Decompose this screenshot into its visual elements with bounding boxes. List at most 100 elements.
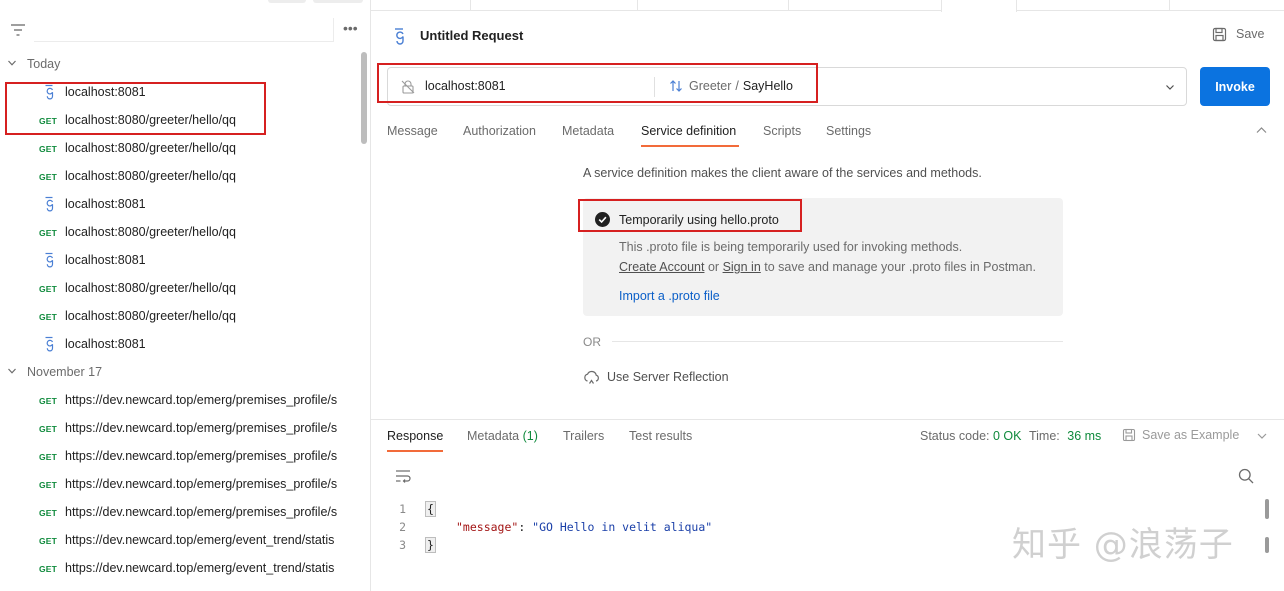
proto-file-account-note: Create Account or Sign in to save and ma… xyxy=(619,260,1036,274)
history-item[interactable]: GET https://dev.newcard.top/emerg/event_t… xyxy=(0,526,360,554)
wrap-lines-icon[interactable] xyxy=(395,469,411,483)
insecure-lock-icon[interactable] xyxy=(401,80,415,94)
method-badge: GET xyxy=(39,564,58,574)
history-item-label: localhost:8080/greeter/hello/qq xyxy=(65,281,236,295)
sidebar-scrollbar[interactable] xyxy=(361,52,367,144)
save-icon xyxy=(1212,27,1227,42)
chevron-down-icon[interactable] xyxy=(1165,82,1175,92)
history-group[interactable]: November 17 xyxy=(0,358,360,386)
active-request-tab[interactable] xyxy=(941,0,1017,12)
tab-metadata[interactable]: Metadata xyxy=(562,124,614,138)
grpc-icon xyxy=(45,196,54,212)
history-item-label: localhost:8080/greeter/hello/qq xyxy=(65,141,236,155)
url-bar: localhost:8081 Greeter / SayHello xyxy=(387,67,1187,106)
import-proto-link[interactable]: Import a .proto file xyxy=(619,289,720,303)
history-item[interactable]: GET localhost:8080/greeter/hello/qq xyxy=(0,274,360,302)
chevron-down-icon[interactable] xyxy=(1257,432,1267,440)
grpc-icon xyxy=(45,252,54,268)
close-brace: } xyxy=(425,537,436,553)
history-item[interactable]: GET localhost:8080/greeter/hello/qq xyxy=(0,302,360,330)
watermark: 知乎 @浪荡子 xyxy=(1012,525,1234,565)
request-tab-strip xyxy=(371,0,1284,11)
request-title[interactable]: Untitled Request xyxy=(420,28,523,43)
filter-icon[interactable] xyxy=(10,23,26,37)
metadata-count-badge: (1) xyxy=(522,429,538,443)
server-url-input[interactable]: localhost:8081 xyxy=(425,79,506,93)
history-item[interactable]: localhost:8081 xyxy=(0,330,360,358)
response-divider xyxy=(371,419,1284,420)
sidebar-tab-stub[interactable] xyxy=(313,0,363,3)
filter-input[interactable] xyxy=(34,18,334,42)
chevron-down-icon[interactable] xyxy=(7,366,17,376)
chevron-up-icon[interactable] xyxy=(1256,126,1267,134)
history-item[interactable]: GET localhost:8080/greeter/hello/qq xyxy=(0,162,360,190)
history-item[interactable]: GET https://dev.newcard.top/emerg/premise… xyxy=(0,470,360,498)
history-item[interactable]: GET https://dev.newcard.top/emerg/premise… xyxy=(0,386,360,414)
tab-service-definition[interactable]: Service definition xyxy=(641,124,736,138)
response-scrollbar[interactable] xyxy=(1265,499,1269,519)
history-item-label: localhost:8080/greeter/hello/qq xyxy=(65,169,236,183)
method-badge: GET xyxy=(39,424,58,434)
status-code-value: 0 OK xyxy=(992,429,1022,443)
response-scrollbar[interactable] xyxy=(1265,537,1269,553)
create-account-link[interactable]: Create Account xyxy=(619,260,704,274)
history-item-label: https://dev.newcard.top/emerg/premises_p… xyxy=(65,393,338,407)
more-horizontal-icon[interactable]: ••• xyxy=(343,20,358,36)
or-divider-line xyxy=(612,341,1063,342)
method-badge: GET xyxy=(39,452,58,462)
history-item[interactable]: GET localhost:8080/greeter/hello/qq xyxy=(0,106,360,134)
history-item[interactable]: localhost:8081 xyxy=(0,78,360,106)
tab-test-results[interactable]: Test results xyxy=(629,429,692,443)
tab-scripts[interactable]: Scripts xyxy=(763,124,801,138)
tab-authorization[interactable]: Authorization xyxy=(463,124,536,138)
sign-in-link[interactable]: Sign in xyxy=(723,260,761,274)
history-item[interactable]: GET https://dev.newcard.top/emerg/premise… xyxy=(0,498,360,526)
method-badge: GET xyxy=(39,228,58,238)
history-item[interactable]: GET https://dev.newcard.top/emerg/event_t… xyxy=(0,554,360,582)
grpc-request-icon xyxy=(395,28,404,45)
line-number: 2 xyxy=(399,520,406,534)
history-item-label: localhost:8081 xyxy=(65,85,146,99)
history-item-label: https://dev.newcard.top/emerg/event_tren… xyxy=(65,533,335,547)
sidebar-tab-stub[interactable] xyxy=(268,0,306,3)
history-group-label: Today xyxy=(27,57,61,71)
history-item[interactable]: GET localhost:8080/greeter/hello/qq xyxy=(0,134,360,162)
url-divider xyxy=(654,77,655,97)
json-entry: "message": "GO Hello in velit aliqua" xyxy=(456,520,712,534)
save-manage-text: to save and manage your .proto files in … xyxy=(764,260,1036,274)
method-selector[interactable]: Greeter / SayHello xyxy=(669,79,793,93)
history-item-label: https://dev.newcard.top/emerg/premises_p… xyxy=(65,449,338,463)
tab-response[interactable]: Response xyxy=(387,429,443,443)
tab-message[interactable]: Message xyxy=(387,124,438,138)
tab-divider xyxy=(788,0,789,11)
history-group[interactable]: Today xyxy=(0,50,360,78)
history-item-label: https://dev.newcard.top/emerg/premises_p… xyxy=(65,505,338,519)
method-badge: GET xyxy=(39,396,58,406)
history-item[interactable]: localhost:8081 xyxy=(0,190,360,218)
history-item[interactable]: localhost:8081 xyxy=(0,246,360,274)
swap-arrows-icon xyxy=(670,80,682,92)
tab-trailers[interactable]: Trailers xyxy=(563,429,604,443)
history-sidebar: ••• Today localhost:8081 GET localhost:8080… xyxy=(0,0,371,591)
method-name: SayHello xyxy=(742,79,793,93)
invoke-button[interactable]: Invoke xyxy=(1200,67,1270,106)
save-label: Save xyxy=(1236,27,1265,41)
proto-file-title: Temporarily using hello.proto xyxy=(619,213,779,227)
history-item-label: localhost:8080/greeter/hello/qq xyxy=(65,225,236,239)
cloud-sync-icon xyxy=(584,370,599,384)
tab-response-metadata[interactable]: Metadata (1) xyxy=(467,429,538,443)
chevron-down-icon[interactable] xyxy=(7,58,17,68)
tab-divider xyxy=(470,0,471,11)
history-item[interactable]: GET https://dev.newcard.top/emerg/premise… xyxy=(0,442,360,470)
service-definition-description: A service definition makes the client aw… xyxy=(583,166,982,180)
history-item[interactable]: GET localhost:8080/greeter/hello/qq xyxy=(0,218,360,246)
history-item-label: localhost:8080/greeter/hello/qq xyxy=(65,113,236,127)
search-icon[interactable] xyxy=(1238,468,1254,484)
metadata-tab-label: Metadata xyxy=(467,429,520,443)
save-button[interactable]: Save xyxy=(1210,26,1270,46)
method-badge: GET xyxy=(39,480,58,490)
history-item[interactable]: GET https://dev.newcard.top/emerg/premise… xyxy=(0,414,360,442)
json-value: "GO Hello in velit aliqua" xyxy=(532,520,713,534)
save-as-example-label: Save as Example xyxy=(1142,428,1240,442)
tab-settings[interactable]: Settings xyxy=(826,124,871,138)
